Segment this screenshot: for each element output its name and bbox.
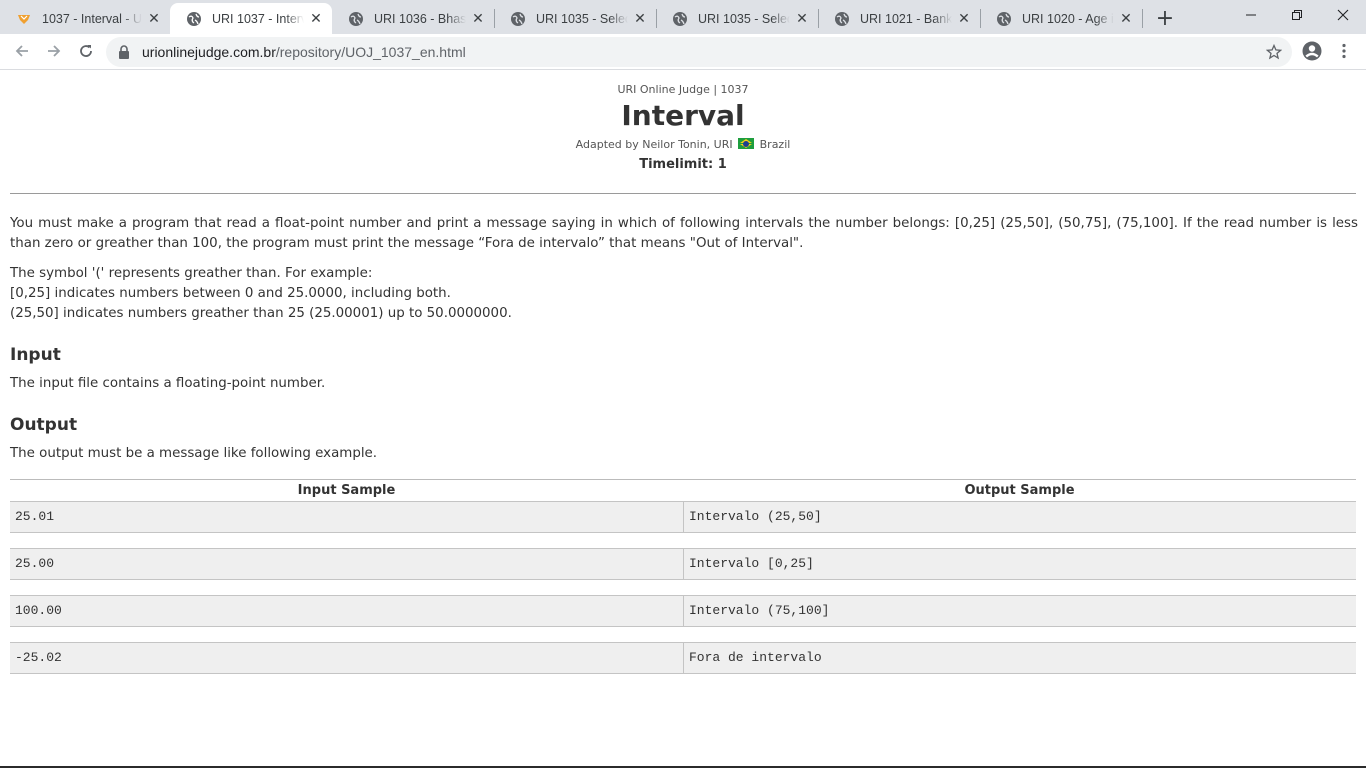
minimize-button[interactable]: [1228, 0, 1274, 30]
tab-title: URI 1021 - Banknotes: [860, 11, 952, 26]
close-tab-icon[interactable]: ✕: [308, 11, 324, 27]
timelimit: Timelimit: 1: [639, 157, 727, 172]
close-tab-icon[interactable]: ✕: [1118, 11, 1134, 27]
uri-heart-icon: [16, 11, 32, 27]
page-title: Interval: [621, 99, 745, 132]
tab-title: 1037 - Interval - URI: [42, 11, 142, 26]
tab-uri-1035-selection-2[interactable]: URI 1035 - Selection ✕: [656, 3, 818, 34]
account-avatar-icon: [1302, 41, 1322, 61]
author-line: Adapted by Neilor Tonin, URI Brazil: [0, 138, 1366, 151]
kebab-menu-icon: [1342, 43, 1346, 59]
sample-input-cell: 100.00: [15, 603, 62, 618]
author-country: Brazil: [759, 138, 791, 151]
output-description: The output must be a message like follow…: [10, 446, 378, 461]
input-description: The input file contains a floating-point…: [10, 376, 326, 391]
input-heading: Input: [10, 345, 61, 365]
forward-arrow-icon: [48, 45, 61, 57]
url-text: urionlinejudge.com.br/repository/UOJ_103…: [142, 44, 466, 60]
symbol-line-2: [0,25] indicates numbers between 0 and 2…: [10, 286, 451, 301]
sample-output-cell: Intervalo (75,100]: [683, 596, 1356, 626]
output-heading: Output: [10, 415, 78, 435]
sample-input-cell: 25.00: [15, 556, 55, 571]
globe-icon: [996, 11, 1012, 27]
sample-output-cell: Intervalo (25,50]: [683, 502, 1356, 532]
tab-strip: 1037 - Interval - URI ✕ URI 1037 - Inter…: [0, 0, 1366, 34]
table-row: 25.01 Intervalo (25,50]: [10, 501, 1356, 533]
browser-toolbar: urionlinejudge.com.br/repository/UOJ_103…: [0, 34, 1366, 70]
url-host: urionlinejudge.com.br: [142, 44, 276, 60]
close-tab-icon[interactable]: ✕: [794, 11, 810, 27]
symbol-line-1: The symbol '(' represents greather than.…: [10, 266, 373, 281]
restore-button[interactable]: [1274, 0, 1320, 30]
browser-menu-button[interactable]: [1330, 37, 1358, 65]
header-divider: [10, 193, 1356, 194]
tab-uri-1037-interval[interactable]: URI 1037 - Interval ✕: [170, 3, 332, 34]
samples-header: Input Sample Output Sample: [10, 479, 1356, 501]
tab-title: URI 1037 - Interval: [212, 11, 304, 26]
author-name: Adapted by Neilor Tonin, URI: [575, 138, 733, 151]
tab-title: URI 1036 - Bhaskara: [374, 11, 466, 26]
close-window-button[interactable]: [1320, 0, 1366, 30]
forward-button[interactable]: [40, 37, 68, 65]
sample-output-cell: Fora de intervalo: [683, 643, 1356, 673]
input-sample-header: Input Sample: [297, 483, 396, 498]
reload-icon: [80, 45, 92, 57]
close-icon: [1337, 9, 1349, 21]
minimize-icon: [1246, 14, 1256, 16]
globe-icon: [348, 11, 364, 27]
page-content: URI Online Judge | 1037 Interval Adapted…: [0, 71, 1366, 768]
reload-button[interactable]: [72, 37, 100, 65]
close-tab-icon[interactable]: ✕: [470, 11, 486, 27]
globe-icon: [186, 11, 202, 27]
tab-uri-1036-bhaskara[interactable]: URI 1036 - Bhaskara ✕: [332, 3, 494, 34]
description-paragraph: You must make a program that read a floa…: [10, 216, 1358, 251]
symbol-line-3: (25,50] indicates numbers greather than …: [10, 306, 512, 321]
tab-uri-1020-age-in-days[interactable]: URI 1020 - Age in Days ✕: [980, 3, 1142, 34]
bookmark-star-icon[interactable]: [1265, 43, 1283, 60]
back-arrow-icon: [15, 45, 28, 57]
sample-input-cell: -25.02: [15, 650, 62, 665]
judge-line: URI Online Judge | 1037: [617, 83, 749, 96]
table-row: 100.00 Intervalo (75,100]: [10, 595, 1356, 627]
tab-title: URI 1020 - Age in Days: [1022, 11, 1114, 26]
sample-input-cell: 25.01: [15, 509, 55, 524]
sample-output-cell: Intervalo [0,25]: [683, 549, 1356, 579]
table-row: -25.02 Fora de intervalo: [10, 642, 1356, 674]
brazil-flag-icon: [738, 138, 755, 149]
globe-icon: [834, 11, 850, 27]
lock-icon: [118, 45, 132, 59]
profile-button[interactable]: [1298, 37, 1326, 65]
restore-icon: [1292, 10, 1302, 20]
tab-title: URI 1035 - Selection: [536, 11, 628, 26]
samples-table: Input Sample Output Sample 25.01 Interva…: [10, 479, 1356, 689]
tab-uri-1035-selection[interactable]: URI 1035 - Selection ✕: [494, 3, 656, 34]
tab-uri-1021-banknotes[interactable]: URI 1021 - Banknotes ✕: [818, 3, 980, 34]
globe-icon: [672, 11, 688, 27]
tab-separator: [1142, 9, 1143, 28]
output-sample-header: Output Sample: [964, 483, 1075, 498]
symbol-explanation: The symbol '(' represents greather than.…: [10, 264, 1358, 324]
close-tab-icon[interactable]: ✕: [146, 11, 162, 27]
close-tab-icon[interactable]: ✕: [956, 11, 972, 27]
address-bar[interactable]: urionlinejudge.com.br/repository/UOJ_103…: [106, 37, 1292, 67]
globe-icon: [510, 11, 526, 27]
tab-title: URI 1035 - Selection: [698, 11, 790, 26]
url-path: /repository/UOJ_1037_en.html: [275, 44, 466, 60]
table-row: 25.00 Intervalo [0,25]: [10, 548, 1356, 580]
tab-1037-interval-uri[interactable]: 1037 - Interval - URI ✕: [0, 3, 170, 34]
back-button[interactable]: [8, 37, 36, 65]
close-tab-icon[interactable]: ✕: [632, 11, 648, 27]
new-tab-button[interactable]: +: [1152, 5, 1178, 31]
